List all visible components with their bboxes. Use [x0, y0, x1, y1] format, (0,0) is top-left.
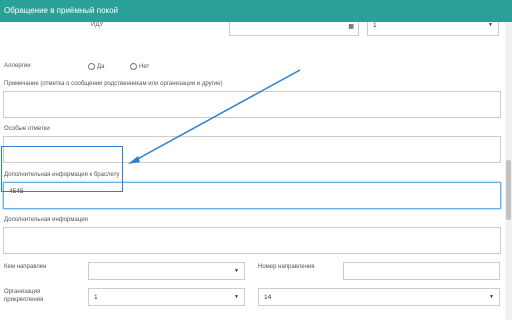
annotation-arrow — [128, 69, 301, 164]
arrow-line — [131, 69, 301, 163]
modal-dialog: Обращение в приёмный покой ИДУ ▦ 1 ▼ Алл… — [0, 0, 512, 320]
arrow-head — [128, 156, 140, 164]
